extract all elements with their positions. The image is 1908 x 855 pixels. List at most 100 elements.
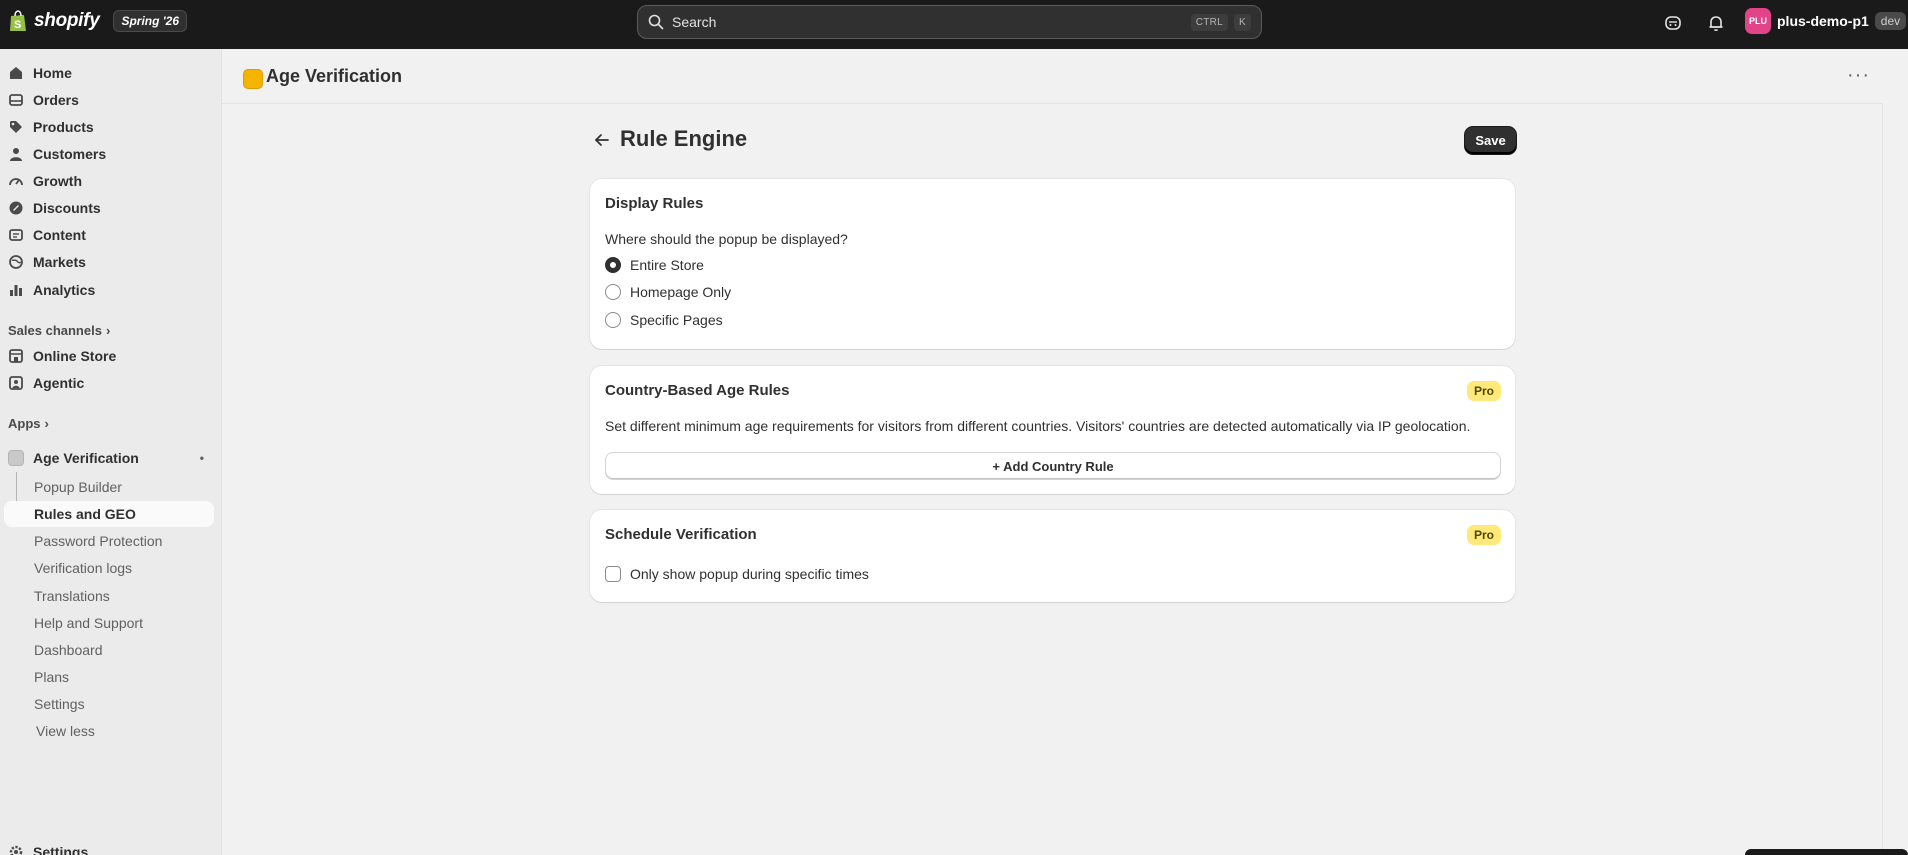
sidebar-item-age-verification[interactable]: Age Verification •	[4, 445, 214, 471]
radio-button[interactable]	[605, 284, 621, 300]
card-title: Display Rules	[605, 195, 704, 212]
inbox-icon	[9, 94, 23, 106]
sidebar-item-label: Home	[33, 65, 72, 81]
card-title: Country-Based Age Rules	[605, 382, 790, 399]
search-bar[interactable]: Search CTRL K	[637, 5, 1262, 39]
country-rules-card: Country-Based Age Rules Pro Set differen…	[590, 366, 1515, 494]
shopify-wordmark: shopify	[34, 10, 100, 31]
search-placeholder: Search	[672, 14, 717, 30]
schedule-checkbox[interactable]	[605, 566, 621, 582]
pro-badge: Pro	[1466, 525, 1501, 545]
sidebar-sub-label: Settings	[34, 696, 85, 712]
sidebar-item-label: Orders	[33, 92, 79, 108]
radio-button[interactable]	[605, 312, 621, 328]
sidebar-sub-label: Rules and GEO	[34, 506, 136, 522]
radio-label: Specific Pages	[630, 312, 723, 328]
sidebar-item-content[interactable]: Content	[4, 222, 214, 248]
svg-text:S: S	[14, 19, 21, 31]
radio-specific-pages[interactable]: Specific Pages	[605, 312, 723, 328]
sidebar-sub-label: Dashboard	[34, 642, 103, 658]
sidebar-sub-popup-builder[interactable]: Popup Builder	[4, 474, 214, 500]
sidebar-sub-verification-logs[interactable]: Verification logs	[4, 555, 214, 581]
store-name: plus-demo-p1	[1777, 13, 1869, 29]
sidebar-item-agentic[interactable]: Agentic	[4, 370, 214, 396]
shopify-bag-icon: S	[10, 10, 26, 31]
sidebar-item-discounts[interactable]: Discounts	[4, 195, 214, 221]
save-button[interactable]: Save	[1465, 127, 1516, 154]
person-icon	[10, 148, 22, 161]
radio-entire-store[interactable]: Entire Store	[605, 257, 704, 273]
radio-homepage-only[interactable]: Homepage Only	[605, 284, 731, 300]
sidebar-item-products[interactable]: Products	[4, 114, 214, 140]
search-icon	[648, 14, 664, 30]
shortcut-k: K	[1234, 13, 1251, 31]
sidebar-item-customers[interactable]: Customers	[4, 141, 214, 167]
globe-icon	[9, 255, 23, 269]
radio-label: Entire Store	[630, 257, 704, 273]
sidebar-item-label: Content	[33, 227, 86, 243]
bell-icon[interactable]	[1706, 13, 1726, 33]
chart-bar-icon	[10, 285, 22, 296]
app-title: Age Verification	[266, 66, 403, 86]
sidebar-item-settings[interactable]: Settings	[4, 839, 214, 855]
chevron-right-icon: ›	[44, 416, 49, 431]
content-icon	[9, 229, 23, 241]
bottom-toast-edge	[1745, 849, 1908, 855]
add-country-rule-button[interactable]: + Add Country Rule	[605, 452, 1501, 480]
sidebar: Home Orders Products Customers Growth Di…	[0, 49, 222, 855]
shopify-logo[interactable]: S shopify Spring '26	[8, 10, 188, 32]
schedule-checkbox-row[interactable]: Only show popup during specific times	[605, 566, 869, 582]
sidebar-sub-dashboard[interactable]: Dashboard	[4, 637, 214, 663]
sidebar-item-label: Settings	[33, 844, 89, 855]
sidebar-item-label: Growth	[33, 173, 82, 189]
sidebar-item-markets[interactable]: Markets	[4, 249, 214, 275]
pin-dot-icon[interactable]: •	[200, 451, 204, 465]
discount-icon	[9, 201, 23, 215]
store-icon	[9, 349, 23, 363]
sidebar-item-label: Customers	[33, 146, 107, 162]
sidebar-item-label: Discounts	[33, 200, 101, 216]
card-title: Schedule Verification	[605, 526, 757, 543]
sidebar-item-online-store[interactable]: Online Store	[4, 343, 214, 369]
country-rules-description: Set different minimum age requirements f…	[605, 418, 1471, 434]
avatar: PLU	[1745, 8, 1771, 34]
display-question: Where should the popup be displayed?	[605, 231, 848, 247]
sidebar-item-home[interactable]: Home	[4, 60, 214, 86]
more-actions-icon[interactable]: ···	[1847, 64, 1870, 87]
radio-button[interactable]	[605, 257, 621, 273]
sidekick-icon[interactable]	[1663, 13, 1683, 33]
sidebar-item-orders[interactable]: Orders	[4, 87, 214, 113]
chevron-right-icon: ›	[105, 323, 111, 338]
view-less-link[interactable]: View less	[4, 718, 214, 744]
sidebar-item-label: Products	[33, 119, 94, 135]
sidebar-sub-label: Popup Builder	[34, 479, 122, 495]
sidebar-item-analytics[interactable]: Analytics	[4, 277, 214, 303]
checkbox-label: Only show popup during specific times	[630, 566, 869, 582]
sales-channels-header[interactable]: Sales channels ›	[8, 323, 110, 338]
sidebar-sub-rules-and-geo[interactable]: Rules and GEO	[4, 501, 214, 527]
sidebar-item-label: Age Verification	[33, 450, 139, 466]
sidebar-sub-label: Help and Support	[34, 615, 143, 631]
sidebar-sub-label: Password Protection	[34, 533, 163, 549]
sidebar-sub-password-protection[interactable]: Password Protection	[4, 528, 214, 554]
app-icon	[243, 69, 263, 89]
edition-badge[interactable]: Spring '26	[113, 10, 188, 32]
sidebar-sub-label: Plans	[34, 669, 70, 685]
view-less-label: View less	[36, 723, 95, 739]
sidebar-item-growth[interactable]: Growth	[4, 168, 214, 194]
back-arrow-icon[interactable]	[592, 130, 612, 150]
sidebar-sub-plans[interactable]: Plans	[4, 664, 214, 690]
account-menu[interactable]: PLU plus-demo-p1 dev	[1745, 8, 1907, 34]
apps-header[interactable]: Apps ›	[8, 416, 49, 431]
page-title: Rule Engine	[620, 126, 748, 151]
pro-badge: Pro	[1466, 381, 1501, 401]
agent-icon	[9, 376, 23, 390]
sidebar-sub-translations[interactable]: Translations	[4, 583, 214, 609]
sidebar-sub-help-and-support[interactable]: Help and Support	[4, 610, 214, 636]
gear-icon	[9, 845, 23, 855]
right-gutter	[1882, 104, 1883, 855]
app-icon	[8, 450, 24, 466]
sidebar-sub-settings[interactable]: Settings	[4, 691, 214, 717]
home-icon	[10, 67, 22, 79]
sidebar-sub-label: Translations	[34, 588, 110, 604]
